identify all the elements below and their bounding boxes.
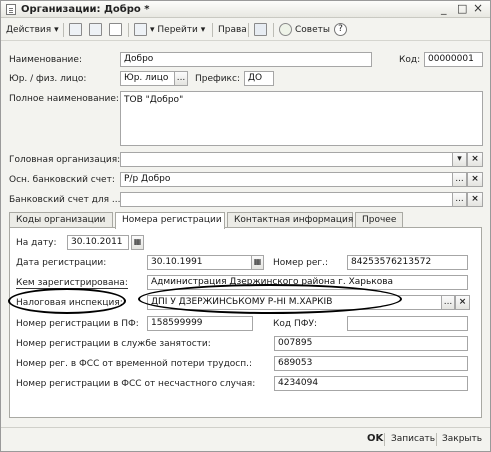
- prefix-label: Префикс:: [195, 74, 240, 84]
- toolbar: Действия ▾ ▾ Перейти ▾ Права Советы ?: [1, 19, 490, 41]
- goto-label: Перейти: [157, 25, 198, 35]
- registered-by-label: Кем зарегистрирована:: [16, 277, 128, 289]
- actions-menu[interactable]: Действия ▾: [6, 23, 59, 37]
- bank-account-label: Банковский счет для ...: [9, 195, 121, 205]
- pf-number-label: Номер регистрации в ПФ:: [16, 319, 139, 329]
- tab-other[interactable]: Прочее: [355, 212, 403, 228]
- tax-inspection-field[interactable]: ДПІ У ДЗЕРЖИНСЬКОМУ Р-НІ М.ХАРКІВ: [147, 295, 442, 310]
- head-org-clear-button[interactable]: ×: [467, 152, 483, 167]
- footer-divider: [436, 433, 437, 446]
- tax-inspection-label: Налоговая инспекция:: [16, 298, 123, 308]
- document-icon: [6, 4, 16, 15]
- fss-temp-field[interactable]: 689053: [274, 356, 468, 371]
- fss-temp-label: Номер рег. в ФСС от временной потери тру…: [16, 359, 253, 369]
- minimize-button[interactable]: _: [441, 2, 447, 15]
- legal-type-label: Юр. / физ. лицо:: [9, 74, 87, 84]
- tax-inspection-clear-button[interactable]: ×: [455, 295, 470, 310]
- rights-button[interactable]: Права: [218, 23, 247, 37]
- pf-number-field[interactable]: 158599999: [147, 316, 253, 331]
- reg-number-field[interactable]: 84253576213572: [347, 255, 468, 270]
- reg-date-field[interactable]: 30.10.1991: [147, 255, 252, 270]
- toolbar-divider: [128, 23, 129, 37]
- head-org-label: Головная организация:: [9, 155, 121, 165]
- organization-window: Организации: Добро * _ □ × Действия ▾ ▾ …: [0, 0, 491, 452]
- chevron-down-icon: ▾: [200, 25, 206, 35]
- goto-icon[interactable]: [134, 23, 147, 36]
- close-window-button[interactable]: ×: [473, 1, 483, 15]
- tax-inspection-select-button[interactable]: ...: [441, 295, 455, 310]
- chevron-down-icon: ▾: [54, 25, 59, 35]
- toolbar-divider: [248, 23, 249, 37]
- close-button[interactable]: Закрыть: [442, 434, 482, 444]
- fss-accident-label: Номер регистрации в ФСС от несчастного с…: [16, 379, 256, 389]
- footer-divider: [384, 433, 385, 446]
- registered-by-field[interactable]: Администрация Дзержинского района г. Хар…: [147, 275, 468, 290]
- tab-registration-numbers[interactable]: Номера регистрации: [115, 212, 225, 229]
- head-org-field[interactable]: [120, 152, 453, 167]
- refresh-icon[interactable]: [89, 23, 102, 36]
- calendar-icon[interactable]: ▦: [131, 235, 144, 250]
- full-name-textarea[interactable]: ТОВ "Добро": [120, 91, 483, 146]
- toolbar-divider: [273, 23, 274, 37]
- main-account-clear-button[interactable]: ×: [467, 172, 483, 187]
- prefix-field[interactable]: ДО: [244, 71, 274, 86]
- tips-icon[interactable]: [279, 23, 292, 36]
- save-icon[interactable]: [69, 23, 82, 36]
- fss-accident-field[interactable]: 4234094: [274, 376, 468, 391]
- footer-bar: OK Записать Закрыть: [1, 427, 490, 451]
- tab-org-codes[interactable]: Коды организации: [9, 212, 113, 228]
- toolbar-divider: [212, 23, 213, 37]
- pfu-code-field[interactable]: [347, 316, 468, 331]
- maximize-button[interactable]: □: [457, 2, 467, 15]
- save-button[interactable]: Записать: [391, 434, 435, 444]
- registered-by-label-text: Кем зарегистрирована:: [16, 278, 128, 289]
- calendar-icon[interactable]: ▦: [251, 255, 264, 270]
- date-label: На дату:: [16, 238, 57, 248]
- legal-type-select-button[interactable]: ...: [174, 71, 188, 86]
- bank-account-select-button[interactable]: ...: [452, 192, 467, 207]
- employment-field[interactable]: 007895: [274, 336, 468, 351]
- copy-icon[interactable]: [109, 23, 122, 36]
- structure-icon[interactable]: [254, 23, 267, 36]
- head-org-dropdown-button[interactable]: ▾: [452, 152, 467, 167]
- main-account-label: Осн. банковский счет:: [9, 175, 115, 185]
- code-field[interactable]: 00000001: [424, 52, 483, 67]
- bank-account-clear-button[interactable]: ×: [467, 192, 483, 207]
- full-name-label: Полное наименование:: [9, 94, 119, 104]
- reg-number-label: Номер рег.:: [273, 258, 329, 268]
- window-title: Организации: Добро *: [21, 4, 150, 15]
- date-field[interactable]: 30.10.2011: [67, 235, 129, 250]
- main-account-field[interactable]: Р/р Добро: [120, 172, 453, 187]
- title-bar: Организации: Добро * _ □ ×: [1, 1, 490, 18]
- registration-panel: На дату: 30.10.2011 ▦ Дата регистрации: …: [9, 227, 482, 418]
- code-label: Код:: [399, 55, 421, 65]
- name-field[interactable]: Добро: [120, 52, 372, 67]
- chevron-down-icon: ▾: [150, 25, 155, 35]
- actions-label: Действия: [6, 25, 52, 35]
- main-account-select-button[interactable]: ...: [452, 172, 467, 187]
- tips-button[interactable]: Советы: [295, 23, 330, 37]
- bank-account-field[interactable]: [120, 192, 453, 207]
- help-icon[interactable]: ?: [334, 23, 347, 36]
- legal-type-field[interactable]: Юр. лицо: [120, 71, 175, 86]
- reg-date-label: Дата регистрации:: [16, 258, 107, 268]
- ok-button[interactable]: OK: [367, 433, 383, 444]
- toolbar-divider: [63, 23, 64, 37]
- pfu-code-label: Код ПФУ:: [273, 319, 318, 329]
- goto-menu[interactable]: ▾ Перейти ▾: [150, 23, 205, 37]
- name-label: Наименование:: [9, 55, 82, 65]
- tab-contact-info[interactable]: Контактная информация: [227, 212, 353, 228]
- employment-label: Номер регистрации в службе занятости:: [16, 339, 211, 349]
